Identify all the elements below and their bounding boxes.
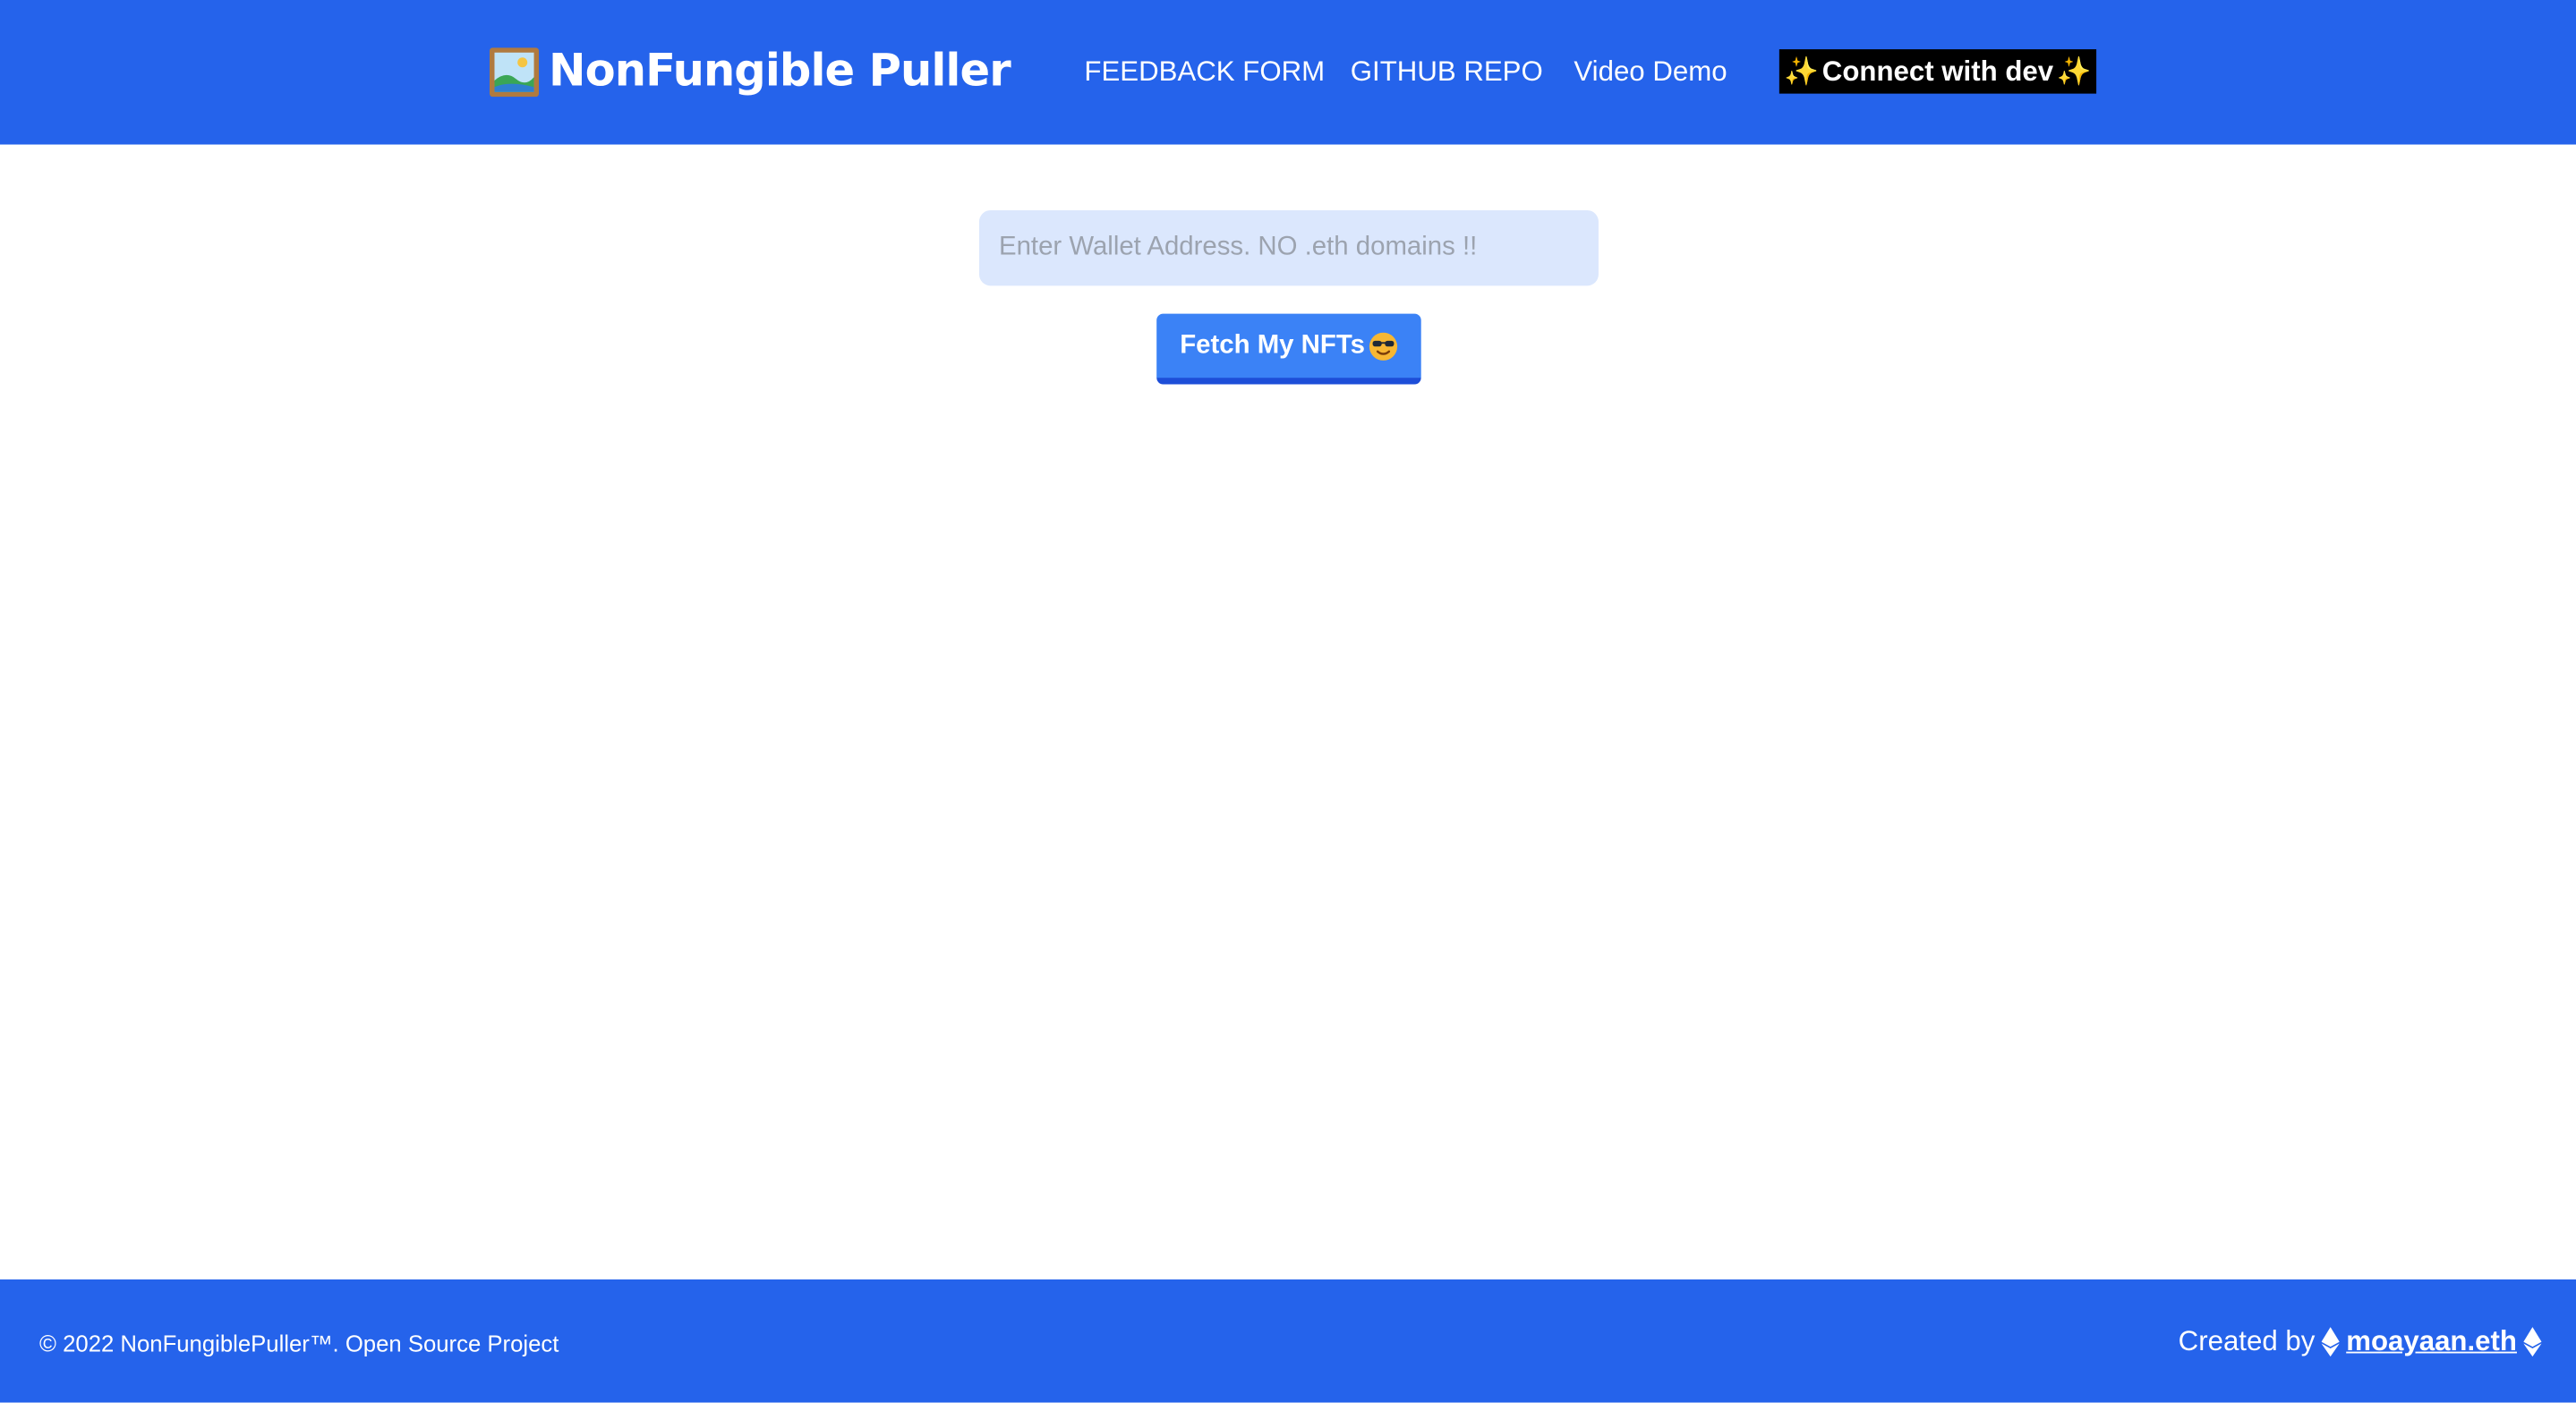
page: NonFungible Puller FEEDBACK FORM GITHUB … [0, 0, 2576, 1403]
sparkles-icon: ✨ [1784, 55, 1820, 88]
top-navbar: NonFungible Puller FEEDBACK FORM GITHUB … [0, 0, 2576, 145]
fetch-nfts-button[interactable]: Fetch My NFTs [1156, 313, 1421, 385]
fetch-label: Fetch My NFTs [1180, 330, 1365, 360]
framed-picture-icon [489, 47, 540, 98]
credit-prefix: Created by [2178, 1325, 2316, 1357]
connect-with-dev-button[interactable]: ✨ Connect with dev ✨ [1778, 49, 2097, 94]
ethereum-icon [2321, 1327, 2340, 1357]
brand[interactable]: NonFungible Puller [489, 43, 1011, 102]
wallet-address-input[interactable] [978, 209, 1599, 286]
footer: © 2022 NonFungiblePuller™. Open Source P… [0, 1279, 2576, 1403]
connect-label: Connect with dev [1821, 55, 2054, 87]
nav-video-demo[interactable]: Video Demo [1574, 55, 1727, 90]
sparkles-icon: ✨ [2056, 55, 2092, 88]
copyright-text: © 2022 NonFungiblePuller™. Open Source P… [39, 1330, 559, 1357]
app-title: NonFungible Puller [549, 46, 1011, 98]
nav-feedback-form[interactable]: FEEDBACK FORM [1084, 55, 1325, 90]
nav-github-repo[interactable]: GITHUB REPO [1351, 55, 1543, 90]
ethereum-icon [2523, 1327, 2542, 1357]
credit: Created by moayaan.eth [2179, 1323, 2542, 1359]
author-link[interactable]: moayaan.eth [2346, 1323, 2517, 1359]
sunglasses-face-icon [1369, 331, 1397, 360]
